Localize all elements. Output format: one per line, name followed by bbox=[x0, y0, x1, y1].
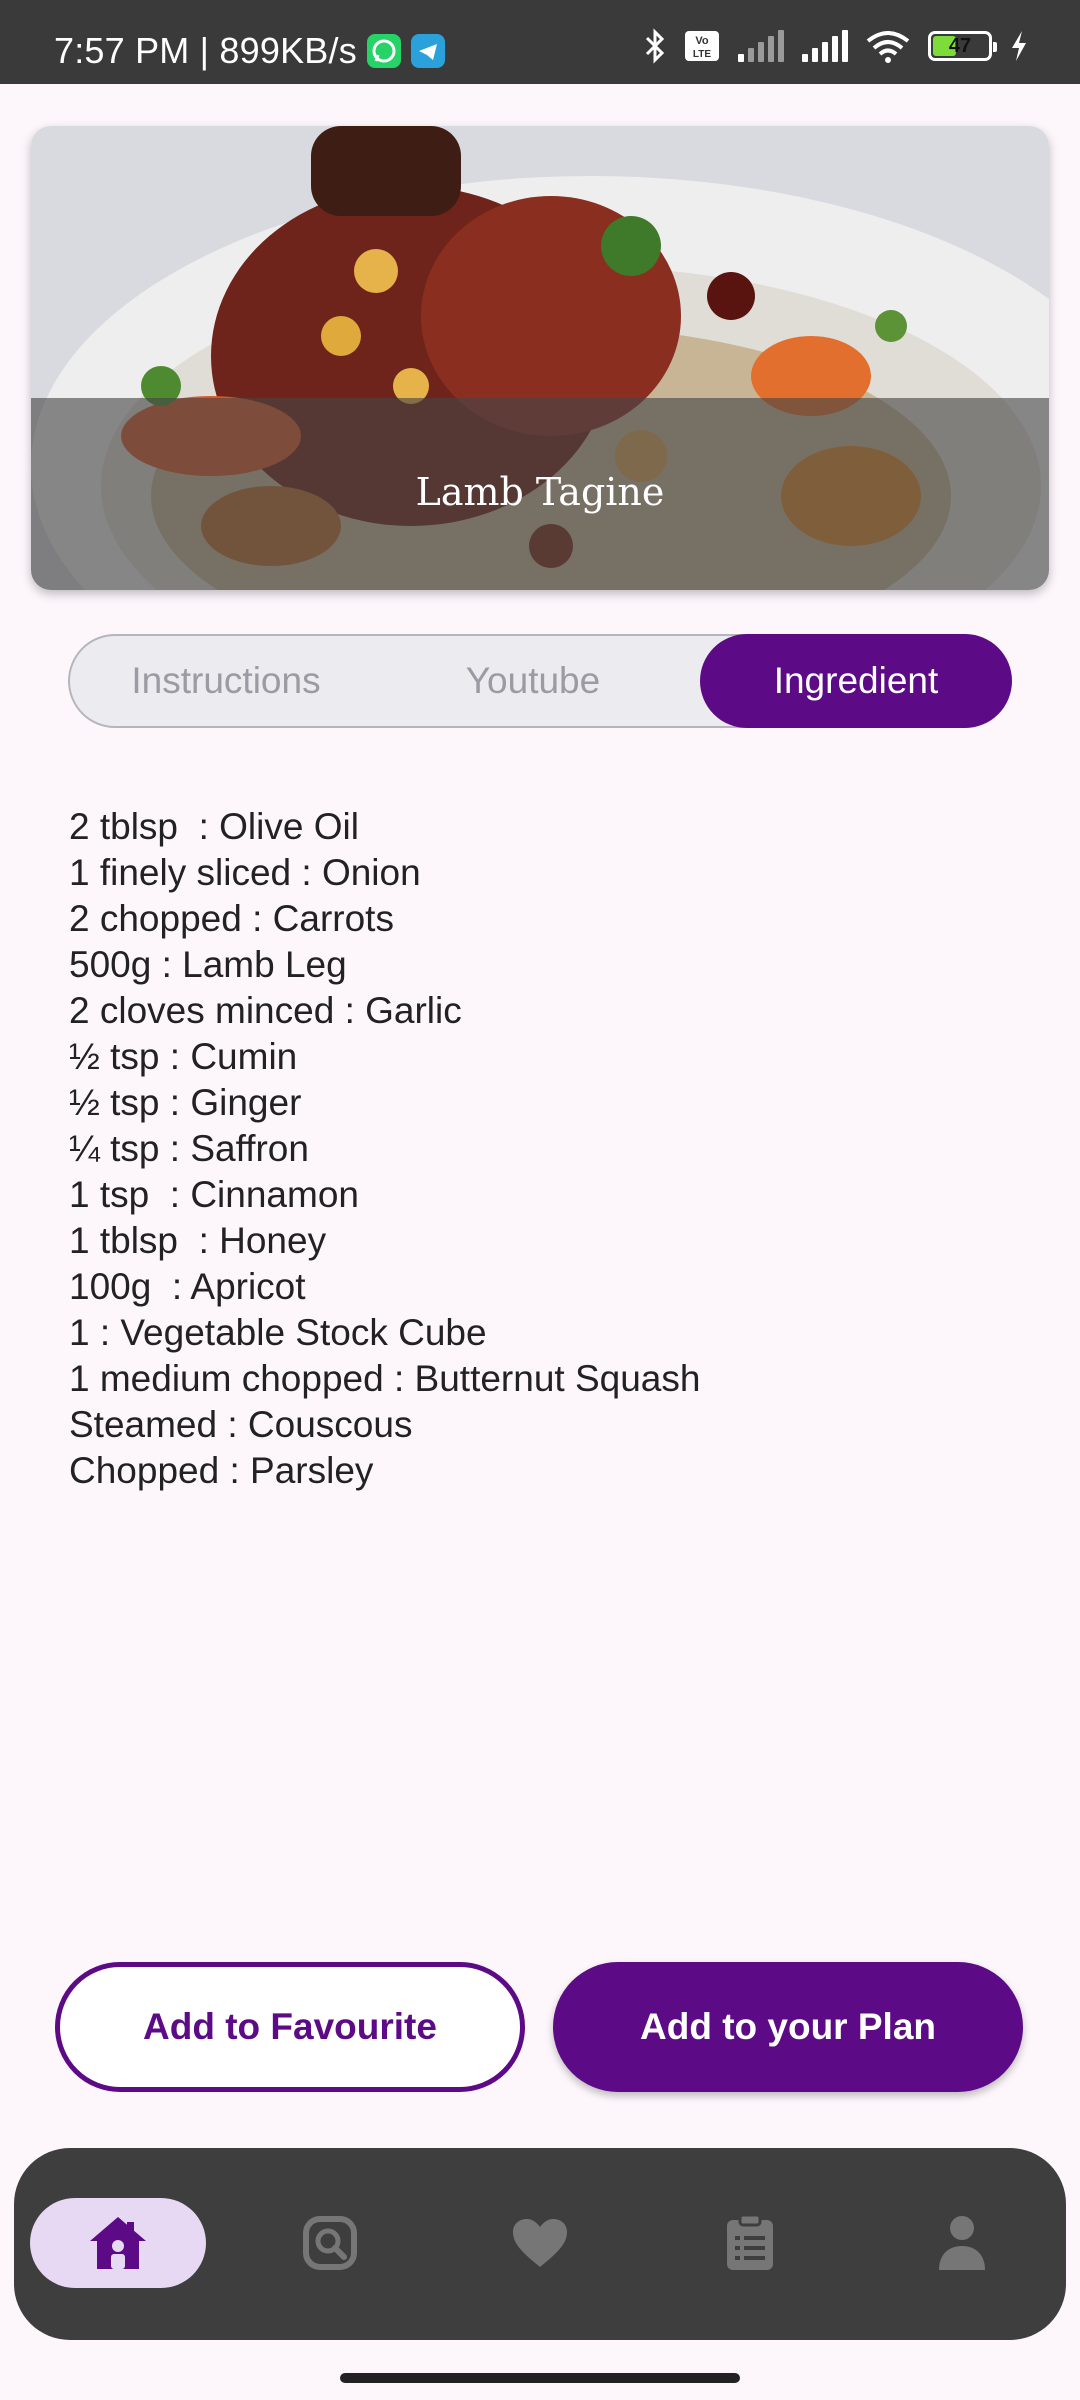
segmented-tabs: Instructions Youtube Ingredient bbox=[68, 634, 1012, 728]
tab-ingredient[interactable]: Ingredient bbox=[700, 634, 1012, 728]
nav-favourites[interactable] bbox=[452, 2198, 628, 2288]
clipboard-icon bbox=[727, 2214, 773, 2270]
status-right: Vo LTE 47 bbox=[644, 28, 1028, 64]
ingredient-item: 1 finely sliced : Onion bbox=[69, 852, 421, 893]
ingredient-item: 1 tblsp : Honey bbox=[69, 1220, 327, 1261]
ingredient-item: 1 medium chopped : Butternut Squash bbox=[69, 1358, 701, 1399]
status-bar: 7:57 PM | 899KB/s Vo LTE 47 bbox=[0, 0, 1080, 84]
nav-home[interactable] bbox=[30, 2198, 206, 2288]
nav-plan[interactable] bbox=[662, 2198, 838, 2288]
tab-youtube[interactable]: Youtube bbox=[382, 636, 684, 726]
nav-search[interactable] bbox=[242, 2198, 418, 2288]
charging-icon bbox=[1012, 31, 1026, 61]
ingredient-item: 1 tsp : Cinnamon bbox=[69, 1174, 359, 1215]
ingredient-item: 2 chopped : Carrots bbox=[69, 898, 394, 939]
home-indicator[interactable] bbox=[340, 2373, 740, 2383]
svg-text:LTE: LTE bbox=[693, 49, 711, 60]
heart-icon bbox=[513, 2219, 567, 2267]
telegram-icon bbox=[410, 34, 445, 68]
ingredient-item: 100g : Apricot bbox=[69, 1266, 306, 1307]
bottom-navigation bbox=[14, 2148, 1066, 2340]
signal-icon-2 bbox=[802, 30, 848, 62]
bluetooth-icon bbox=[645, 28, 665, 64]
tab-instructions[interactable]: Instructions bbox=[70, 636, 382, 726]
svg-text:Vo: Vo bbox=[695, 35, 709, 47]
ingredient-item: 1 : Vegetable Stock Cube bbox=[69, 1312, 487, 1353]
battery-level: 47 bbox=[948, 35, 972, 57]
nav-profile[interactable] bbox=[874, 2198, 1050, 2288]
recipe-title: Lamb Tagine bbox=[415, 470, 665, 514]
status-time-speed: 7:57 PM | 899KB/s bbox=[54, 30, 357, 71]
ingredient-item: ¼ tsp : Saffron bbox=[69, 1128, 309, 1169]
status-left: 7:57 PM | 899KB/s bbox=[54, 30, 445, 72]
volte-icon: Vo LTE bbox=[685, 31, 719, 61]
search-icon bbox=[303, 2216, 357, 2270]
ingredient-item: ½ tsp : Ginger bbox=[69, 1082, 302, 1123]
recipe-image-card: Lamb Tagine bbox=[31, 126, 1049, 590]
battery-icon: 47 bbox=[928, 31, 997, 61]
add-to-plan-button[interactable]: Add to your Plan bbox=[553, 1962, 1023, 2092]
wifi-icon bbox=[866, 31, 910, 63]
ingredient-item: ½ tsp : Cumin bbox=[69, 1036, 298, 1077]
whatsapp-icon bbox=[366, 34, 401, 68]
ingredients-list: 2 tblsp : Olive Oil 1 finely sliced : On… bbox=[69, 804, 700, 1494]
signal-icon bbox=[738, 30, 784, 62]
profile-icon bbox=[939, 2216, 985, 2270]
ingredient-item: Steamed : Couscous bbox=[69, 1404, 413, 1445]
ingredient-item: 500g : Lamb Leg bbox=[69, 944, 347, 985]
home-icon bbox=[90, 2217, 146, 2269]
add-to-favourite-button[interactable]: Add to Favourite bbox=[55, 1962, 525, 2092]
ingredient-item: 2 tblsp : Olive Oil bbox=[69, 806, 359, 847]
ingredient-item: Chopped : Parsley bbox=[69, 1450, 374, 1491]
ingredient-item: 2 cloves minced : Garlic bbox=[69, 990, 462, 1031]
